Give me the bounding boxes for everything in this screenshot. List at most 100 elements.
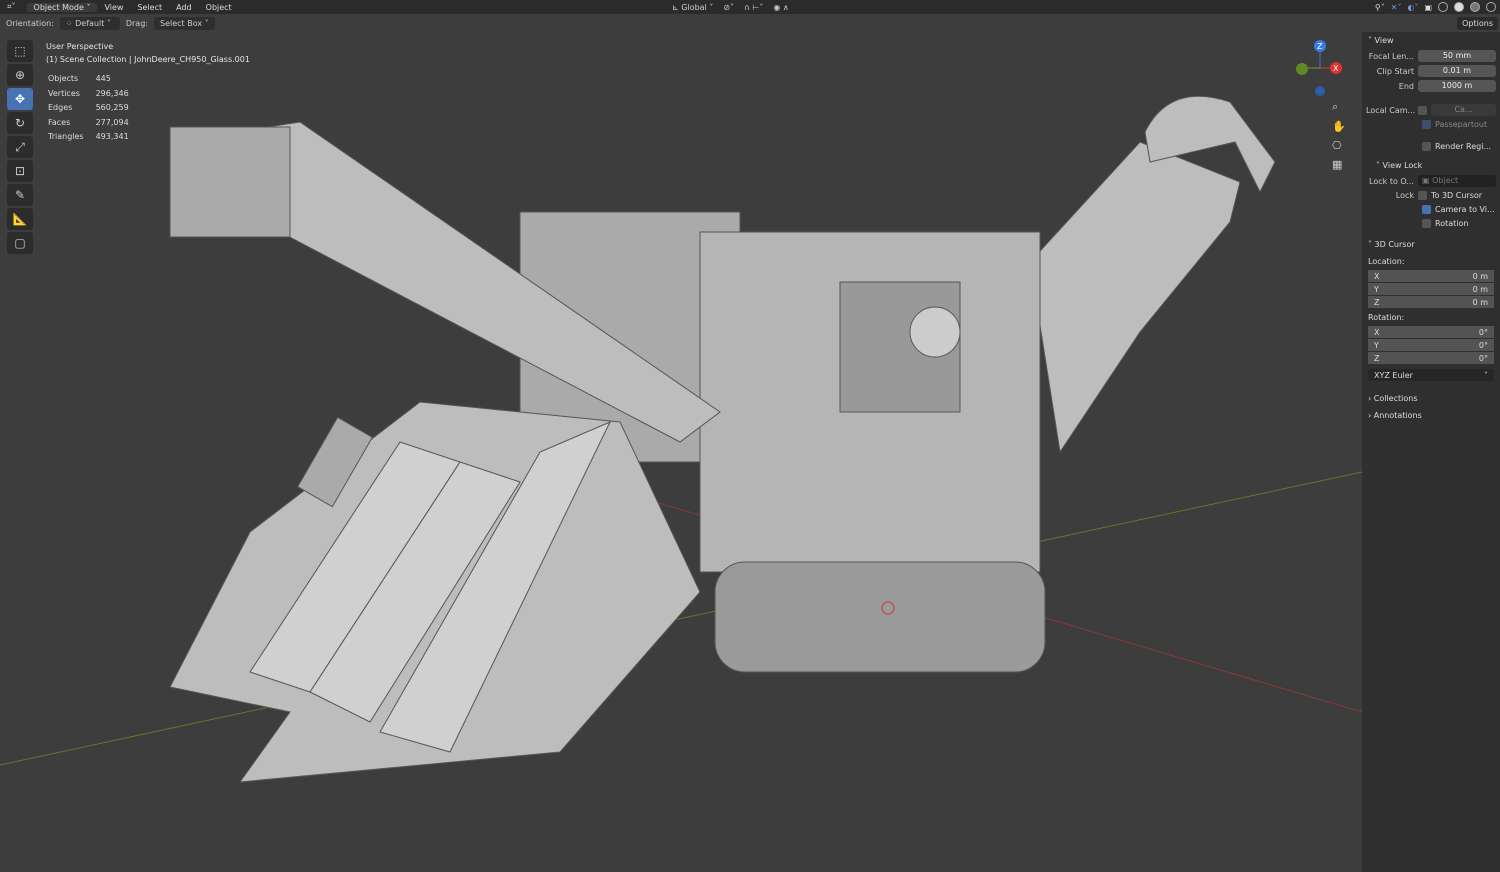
to-3d-cursor-checkbox[interactable] (1418, 190, 1427, 200)
move-tool-icon[interactable]: ✥ (7, 88, 33, 110)
clip-start-label: Clip Start (1376, 66, 1414, 76)
gizmo-z-neg[interactable] (1315, 86, 1325, 96)
editor-type-icon[interactable]: ⌗˅ (0, 2, 23, 12)
visibility-icon[interactable]: ⚲˅ (1375, 3, 1385, 12)
solid-shading-icon[interactable] (1454, 2, 1464, 12)
lock-to-object-field[interactable]: ▣ Object (1418, 175, 1496, 187)
gizmo-y-neg[interactable] (1296, 63, 1308, 75)
rotation-lock-checkbox[interactable] (1422, 218, 1431, 228)
rotation-mode-value: XYZ Euler (1374, 371, 1413, 380)
collection-label: (1) Scene Collection | JohnDeere_CH950_G… (46, 55, 250, 64)
stat-row: Faces 277,094 (48, 117, 139, 130)
drag-select[interactable]: Select Box ˅ (153, 16, 215, 30)
perspective-grid-icon[interactable]: ▦ (1332, 158, 1346, 171)
perspective-label: User Perspective (46, 42, 114, 51)
annotations-header[interactable]: › Annotations (1362, 407, 1500, 424)
rotation-z-field[interactable]: Z 0° (1368, 352, 1494, 365)
stat-value: 560,259 (95, 103, 129, 112)
camera-to-view-checkbox[interactable] (1422, 204, 1431, 214)
transform-tool-icon[interactable]: ⊡ (7, 160, 33, 182)
menu-object[interactable]: Object (199, 3, 239, 12)
3d-cursor-header[interactable]: ˅ 3D Cursor (1362, 236, 1500, 253)
orientation-value: Default (75, 18, 105, 28)
chevron-down-icon: ˅ (1484, 371, 1488, 380)
focal-length-field[interactable]: 50 mm (1418, 50, 1496, 62)
select-box-tool-icon[interactable]: ⬚ (7, 40, 33, 62)
axis-label: Y (1374, 285, 1379, 294)
cursor-tool-icon[interactable]: ⊕ (7, 64, 33, 86)
rendered-shading-icon[interactable] (1486, 2, 1496, 12)
stat-label: Faces (48, 117, 71, 127)
rotation-y-field[interactable]: Y 0° (1368, 339, 1494, 352)
material-shading-icon[interactable] (1470, 2, 1480, 12)
toolbar-left: ⬚ ⊕ ✥ ↻ ⤢ ⊡ ✎ 📐 ▢ (7, 40, 33, 254)
render-region-checkbox[interactable] (1422, 141, 1431, 151)
pan-hand-icon[interactable]: ✋ (1332, 120, 1346, 133)
zoom-icon[interactable]: ⌕ (1332, 100, 1346, 114)
sidebar-panel: ˅ View Focal Len... 50 mm Clip Start 0.01 … (1362, 32, 1500, 872)
drag-value: Select Box (159, 18, 203, 28)
transform-orientation[interactable]: ⊾ Global ˅ (672, 3, 713, 12)
lock-to-object-value: Object (1432, 176, 1459, 185)
pivot-icon[interactable]: ⊘˅ (723, 3, 734, 12)
axis-value: 0 m (1472, 298, 1488, 307)
mode-label: Object Mode (33, 2, 84, 12)
lock-to-object-label: Lock to O... (1369, 176, 1414, 186)
menu-add[interactable]: Add (169, 3, 199, 12)
stat-label: Triangles (48, 132, 84, 141)
axis-value: 0° (1478, 354, 1488, 363)
axis-value: 0 m (1472, 272, 1488, 281)
local-camera-field[interactable]: Ca... (1431, 104, 1496, 116)
clip-end-field[interactable]: 1000 m (1418, 80, 1496, 92)
clip-start-field[interactable]: 0.01 m (1418, 65, 1496, 77)
stat-row: Edges 560,259 (48, 102, 139, 115)
local-camera-checkbox[interactable] (1418, 105, 1427, 115)
annotate-tool-icon[interactable]: ✎ (7, 184, 33, 206)
rotation-x-field[interactable]: X 0° (1368, 326, 1494, 339)
camera-view-icon[interactable]: ⎔ (1332, 139, 1346, 152)
collections-header[interactable]: › Collections (1362, 390, 1500, 407)
options-button[interactable]: Options (1457, 17, 1498, 30)
axis-label: Y (1374, 341, 1379, 350)
location-z-field[interactable]: Z 0 m (1368, 296, 1494, 309)
gizmo-toggle-icon[interactable]: ✕˅ (1391, 3, 1402, 12)
overlay-toggle-icon[interactable]: ◐˅ (1407, 3, 1418, 12)
y-axis-line (0, 471, 1362, 766)
clip-end-label: End (1398, 81, 1414, 91)
rotation-mode-select[interactable]: XYZ Euler ˅ (1368, 369, 1494, 382)
menu-select[interactable]: Select (130, 3, 169, 12)
scale-tool-icon[interactable]: ⤢ (7, 136, 33, 158)
view-lock-header[interactable]: ˅ View Lock (1362, 157, 1500, 174)
xray-icon[interactable]: ▣ (1424, 3, 1432, 12)
transform-controls: ⊾ Global ˅ ⊘˅ ∩ ⊢˅ ◉ ∧ (672, 0, 789, 14)
location-x-field[interactable]: X 0 m (1368, 270, 1494, 283)
viewport-info: User Perspective (1) Scene Collection | … (46, 40, 250, 66)
add-cube-tool-icon[interactable]: ▢ (7, 232, 33, 254)
axis-value: 0 m (1472, 285, 1488, 294)
snap-icon[interactable]: ∩ ⊢˅ (744, 3, 763, 12)
view-panel-header[interactable]: ˅ View (1362, 32, 1500, 49)
location-y-field[interactable]: Y 0 m (1368, 283, 1494, 296)
render-region-label: Render Regi... (1435, 141, 1492, 151)
orientation-select[interactable]: ⁘ Default ˅ (59, 16, 120, 30)
menu-view[interactable]: View (97, 3, 130, 12)
axis-label: Z (1374, 298, 1380, 307)
axis-label: X (1374, 272, 1380, 281)
camera-to-view-label: Camera to Vi... (1435, 204, 1495, 214)
viewport-header-right: ⚲˅ ✕˅ ◐˅ ▣ (1375, 0, 1496, 14)
local-camera-label: Local Cam... (1366, 105, 1416, 115)
rotate-tool-icon[interactable]: ↻ (7, 112, 33, 134)
wireframe-shading-icon[interactable] (1438, 2, 1448, 12)
proportional-icon[interactable]: ◉ ∧ (773, 3, 788, 12)
navigation-gizmo[interactable]: Z X (1292, 38, 1348, 100)
annotations-title: Annotations (1373, 411, 1422, 420)
lock-label: Lock (1395, 190, 1414, 200)
viewport-scene[interactable] (0, 32, 1362, 872)
passepartout-checkbox[interactable] (1422, 119, 1431, 129)
measure-tool-icon[interactable]: 📐 (7, 208, 33, 230)
axis-label: X (1374, 328, 1380, 337)
stat-label: Objects (48, 74, 79, 83)
collections-title: Collections (1373, 394, 1418, 403)
passepartout-label: Passepartout (1435, 119, 1488, 129)
mode-select[interactable]: Object Mode ˅ (26, 2, 98, 12)
